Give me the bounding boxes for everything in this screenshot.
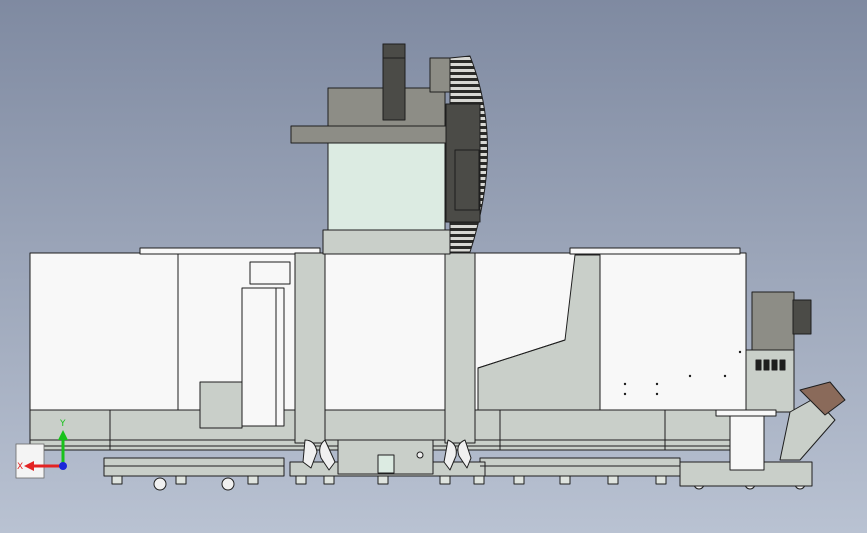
head-bracket [429,57,453,93]
motor-cap [382,43,406,59]
triad-box [15,443,45,479]
enclosure-top-lip [569,247,741,255]
conveyor-motor [792,299,812,335]
y-axis-label: Y [59,419,66,429]
upper-column-collar [322,229,451,255]
chip-bin [729,413,765,471]
z-axis-dot [59,462,67,470]
cad-viewport[interactable]: Y X [0,0,867,533]
head-arm [290,125,449,144]
foot-rail [479,457,681,477]
enclosure-top-lip [139,247,321,255]
table-bolt [416,451,424,459]
conveyor-body [745,349,795,413]
x-axis-label: X [17,462,23,472]
control-box-bracket [249,261,291,285]
chip-bin-top [715,409,777,417]
table-saddle [324,409,446,441]
control-box [241,287,285,427]
table-slot [377,454,395,474]
foot-rail [103,457,285,477]
magazine-arm [454,149,480,211]
column-post-left [294,252,326,444]
column-post-right [444,252,476,444]
conveyor-tower [751,291,795,351]
side-cover [199,381,243,429]
